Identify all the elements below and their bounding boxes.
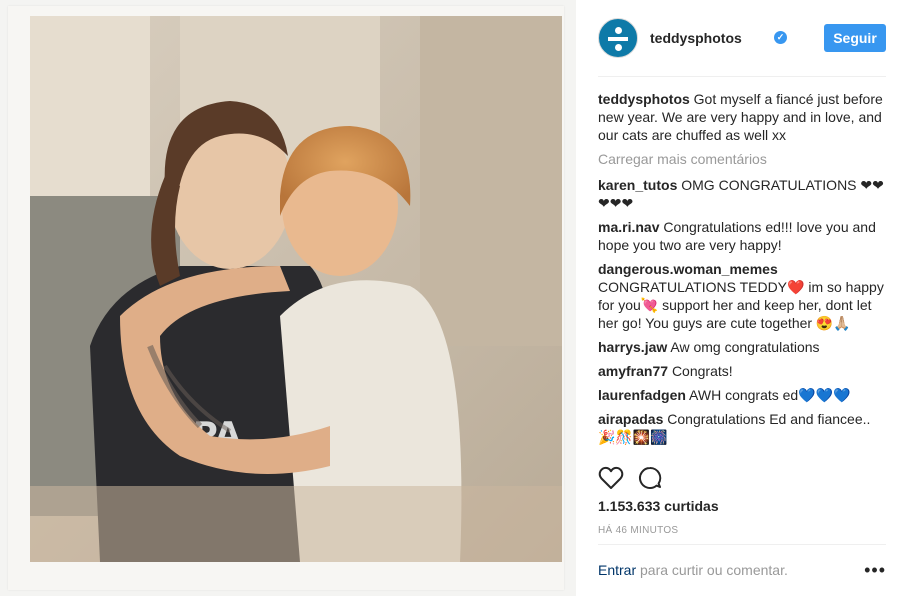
comment-text: CONGRATULATIONS TEDDY❤️ im so happy for … xyxy=(598,279,884,331)
footer-divider xyxy=(598,544,886,545)
comment-item: laurenfadgen AWH congrats ed💙💙💙 xyxy=(598,386,886,404)
comment-username[interactable]: harrys.jaw xyxy=(598,339,667,355)
heart-outline-icon[interactable] xyxy=(598,466,624,490)
post-username[interactable]: teddysphotos xyxy=(650,30,742,46)
post-sidebar: teddysphotos ✓ Seguir teddysphotos Got m… xyxy=(576,0,908,596)
comment-username[interactable]: airapadas xyxy=(598,411,663,427)
verified-badge-icon: ✓ xyxy=(774,31,787,44)
follow-button[interactable]: Seguir xyxy=(824,24,886,52)
comment-username[interactable]: ma.ri.nav xyxy=(598,219,659,235)
comment-username[interactable]: laurenfadgen xyxy=(598,387,686,403)
comment-username[interactable]: karen_tutos xyxy=(598,177,677,193)
post-header: teddysphotos ✓ Seguir xyxy=(598,18,886,62)
header-divider xyxy=(598,76,886,77)
divide-bar xyxy=(608,37,628,41)
comment-text: Congrats! xyxy=(671,363,733,379)
comment-username[interactable]: amyfran77 xyxy=(598,363,668,379)
comment-item: karen_tutos OMG CONGRATULATIONS ❤❤❤❤❤ xyxy=(598,176,886,212)
comment-item: amyfran77 Congrats! xyxy=(598,362,886,380)
avatar[interactable] xyxy=(598,18,638,58)
login-prompt: para curtir ou comentar. xyxy=(640,562,788,578)
comment-text: AWH congrats ed💙💙💙 xyxy=(689,387,851,403)
post-actions xyxy=(598,462,886,494)
post-footer: Entrar para curtir ou comentar. ••• xyxy=(598,561,886,582)
comment-item: harrys.jaw Aw omg congratulations xyxy=(598,338,886,356)
login-link[interactable]: Entrar xyxy=(598,562,636,578)
post-photo-panel: ·PA xyxy=(0,0,576,596)
divide-dot-bottom xyxy=(615,44,622,51)
like-count[interactable]: 1.153.633 curtidas xyxy=(598,498,719,514)
comment-item: airapadas Congratulations Ed and fiancee… xyxy=(598,410,886,446)
comment-username[interactable]: dangerous.woman_memes xyxy=(598,261,778,277)
comment-text: Aw omg congratulations xyxy=(670,339,820,355)
photo-illustration: ·PA xyxy=(30,16,562,562)
comment-item: ma.ri.nav Congratulations ed!!! love you… xyxy=(598,218,886,254)
ellipsis-icon[interactable]: ••• xyxy=(864,561,886,579)
caption-username[interactable]: teddysphotos xyxy=(598,91,690,107)
post-photo[interactable]: ·PA xyxy=(30,16,562,562)
speech-bubble-icon[interactable] xyxy=(638,466,662,490)
divide-dot-top xyxy=(615,27,622,34)
polaroid-frame: ·PA xyxy=(8,6,564,590)
comments-list: teddysphotos Got myself a fiancé just be… xyxy=(598,90,886,452)
load-more-comments-link[interactable]: Carregar mais comentários xyxy=(598,150,886,168)
post-timestamp[interactable]: HÁ 46 MINUTOS xyxy=(598,525,678,536)
comment-item: dangerous.woman_memes CONGRATULATIONS TE… xyxy=(598,260,886,332)
caption: teddysphotos Got myself a fiancé just be… xyxy=(598,90,886,144)
